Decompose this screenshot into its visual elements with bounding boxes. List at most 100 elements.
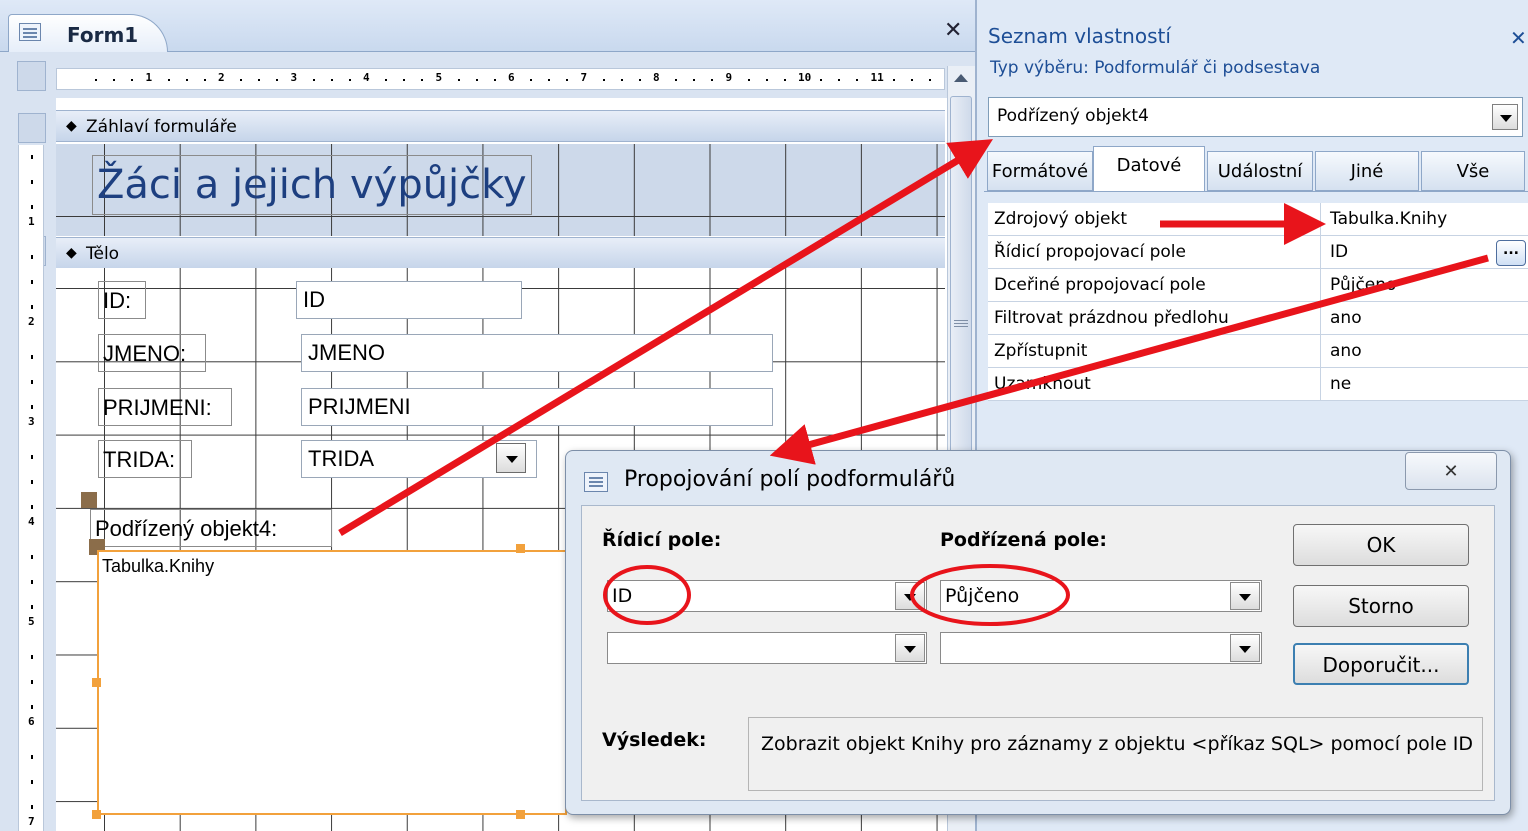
property-value[interactable]: ano [1324,335,1524,367]
ruler-tick [31,505,33,509]
ruler-tick [838,79,841,81]
master-field-dropdown-icon[interactable] [895,582,925,610]
property-row[interactable]: Dceřiné propojovací pole Půjčeno [988,269,1528,302]
ruler-tick [693,79,696,81]
prijmeni-textbox[interactable]: PRIJMENI [301,388,773,426]
ruler-tick [131,79,134,81]
resize-handle[interactable] [92,810,101,819]
body-section-bar[interactable]: ◆ Tělo [56,237,945,269]
ruler-tick [31,755,33,759]
ruler-number: 7 [28,815,35,828]
property-row[interactable]: Filtrovat prázdnou předlohu ano [988,302,1528,335]
ruler-tick [856,79,859,81]
ruler-tick [421,79,424,81]
ruler-tick [602,79,605,81]
property-name: Zdrojový objekt [988,203,1321,235]
resize-handle[interactable] [92,678,101,687]
property-name: Dceřiné propojovací pole [988,269,1321,301]
ruler-number: 2 [218,71,225,84]
property-value[interactable]: ID [1324,236,1524,268]
ruler-tick [31,305,33,309]
form-header-title-label[interactable]: Žáci a jejich výpůjčky [92,155,532,215]
id-label[interactable]: ID: [98,281,146,319]
resize-handle[interactable] [516,810,525,819]
form-selector[interactable] [17,61,46,91]
subform-control[interactable] [97,550,567,815]
header-section-selector[interactable] [18,113,46,143]
tab-format[interactable]: Formátové [987,151,1093,191]
property-value[interactable]: ne [1324,368,1524,400]
subform-label[interactable]: Podřízený objekt4: [90,509,332,547]
ruler-tick [312,79,315,81]
ruler-tick [475,79,478,81]
property-row[interactable]: Uzamknout ne [988,368,1528,401]
property-row[interactable]: Řídicí propojovací pole ID [988,236,1528,269]
header-section-bar[interactable]: ◆ Záhlaví formuláře [56,110,945,142]
vertical-ruler[interactable]: 1 2 3 4 5 6 7 [18,145,44,831]
cancel-button[interactable]: Storno [1293,585,1469,627]
ruler-number: 1 [28,215,35,228]
ruler-tick [620,79,623,81]
trida-label[interactable]: TRIDA: [98,440,192,478]
selected-object-combobox[interactable]: Podřízený objekt4 [988,97,1523,137]
master-field-combobox-2[interactable] [607,632,927,664]
form-document-tab[interactable]: Form1 [8,14,168,52]
scrollbar-grip-icon [954,318,968,330]
ruler-number: 7 [580,71,588,84]
suggest-button[interactable]: Doporučit... [1293,643,1469,685]
tab-other[interactable]: Jiné [1315,151,1419,191]
horizontal-ruler[interactable]: 1 2 3 4 5 6 7 8 9 10 11 [56,68,945,90]
ruler-tick [638,79,641,81]
ruler-number: 5 [435,71,443,84]
property-row[interactable]: Zpřístupnit ano [988,335,1528,368]
resize-handle[interactable] [516,544,525,553]
close-property-sheet-icon[interactable]: ✕ [1510,26,1527,50]
ruler-number: 3 [290,71,298,84]
close-form-icon[interactable]: ✕ [944,18,962,43]
prijmeni-label[interactable]: PRIJMENI: [98,388,232,426]
ruler-tick [330,79,333,81]
ruler-tick [31,705,33,709]
child-field-combobox-2[interactable] [940,632,1262,664]
ruler-number: 11 [870,71,884,84]
tab-event[interactable]: Událostní [1207,151,1313,191]
selected-object-dropdown-icon[interactable] [1492,104,1518,130]
ruler-tick [113,79,116,81]
header-section-label: Záhlaví formuláře [86,117,237,137]
child-field-dropdown-icon[interactable] [1230,582,1260,610]
ruler-number: 6 [508,71,515,84]
ok-button[interactable]: OK [1293,524,1469,566]
tab-underline [984,191,1528,192]
tab-data[interactable]: Datové [1093,146,1205,192]
ruler-tick [31,605,33,609]
ruler-tick [747,79,750,81]
tab-all[interactable]: Vše [1421,151,1525,191]
ruler-tick [910,79,913,81]
dialog-title: Propojování polí podformulářů [624,467,956,492]
property-name: Zpřístupnit [988,335,1321,367]
child-field-dropdown-icon[interactable] [1230,634,1260,662]
jmeno-textbox[interactable]: JMENO [301,334,773,372]
ruler-number: 9 [725,71,733,84]
ruler-tick [31,405,33,409]
body-section-label: Tělo [86,244,120,264]
move-handle[interactable] [81,492,97,508]
property-value[interactable]: ano [1324,302,1524,334]
property-value[interactable]: Půjčeno [1324,269,1524,301]
ruler-tick [240,79,243,81]
master-field-combobox-1[interactable]: ID [607,580,927,612]
scroll-up-icon[interactable] [947,66,975,90]
id-textbox[interactable]: ID [296,281,522,319]
property-value[interactable]: Tabulka.Knihy [1324,203,1524,235]
master-field-dropdown-icon[interactable] [895,634,925,662]
builder-button[interactable]: ... [1496,240,1526,266]
child-field-combobox-1[interactable]: Půjčeno [940,580,1262,612]
ruler-tick [258,79,261,81]
trida-dropdown-button[interactable] [496,443,526,473]
property-name: Uzamknout [988,368,1321,400]
jmeno-label[interactable]: JMENO: [98,334,206,372]
dialog-close-button[interactable]: ✕ [1405,452,1497,490]
property-row[interactable]: Zdrojový objekt Tabulka.Knihy [988,203,1528,236]
ruler-tick [403,79,406,81]
ruler-tick [276,79,279,81]
